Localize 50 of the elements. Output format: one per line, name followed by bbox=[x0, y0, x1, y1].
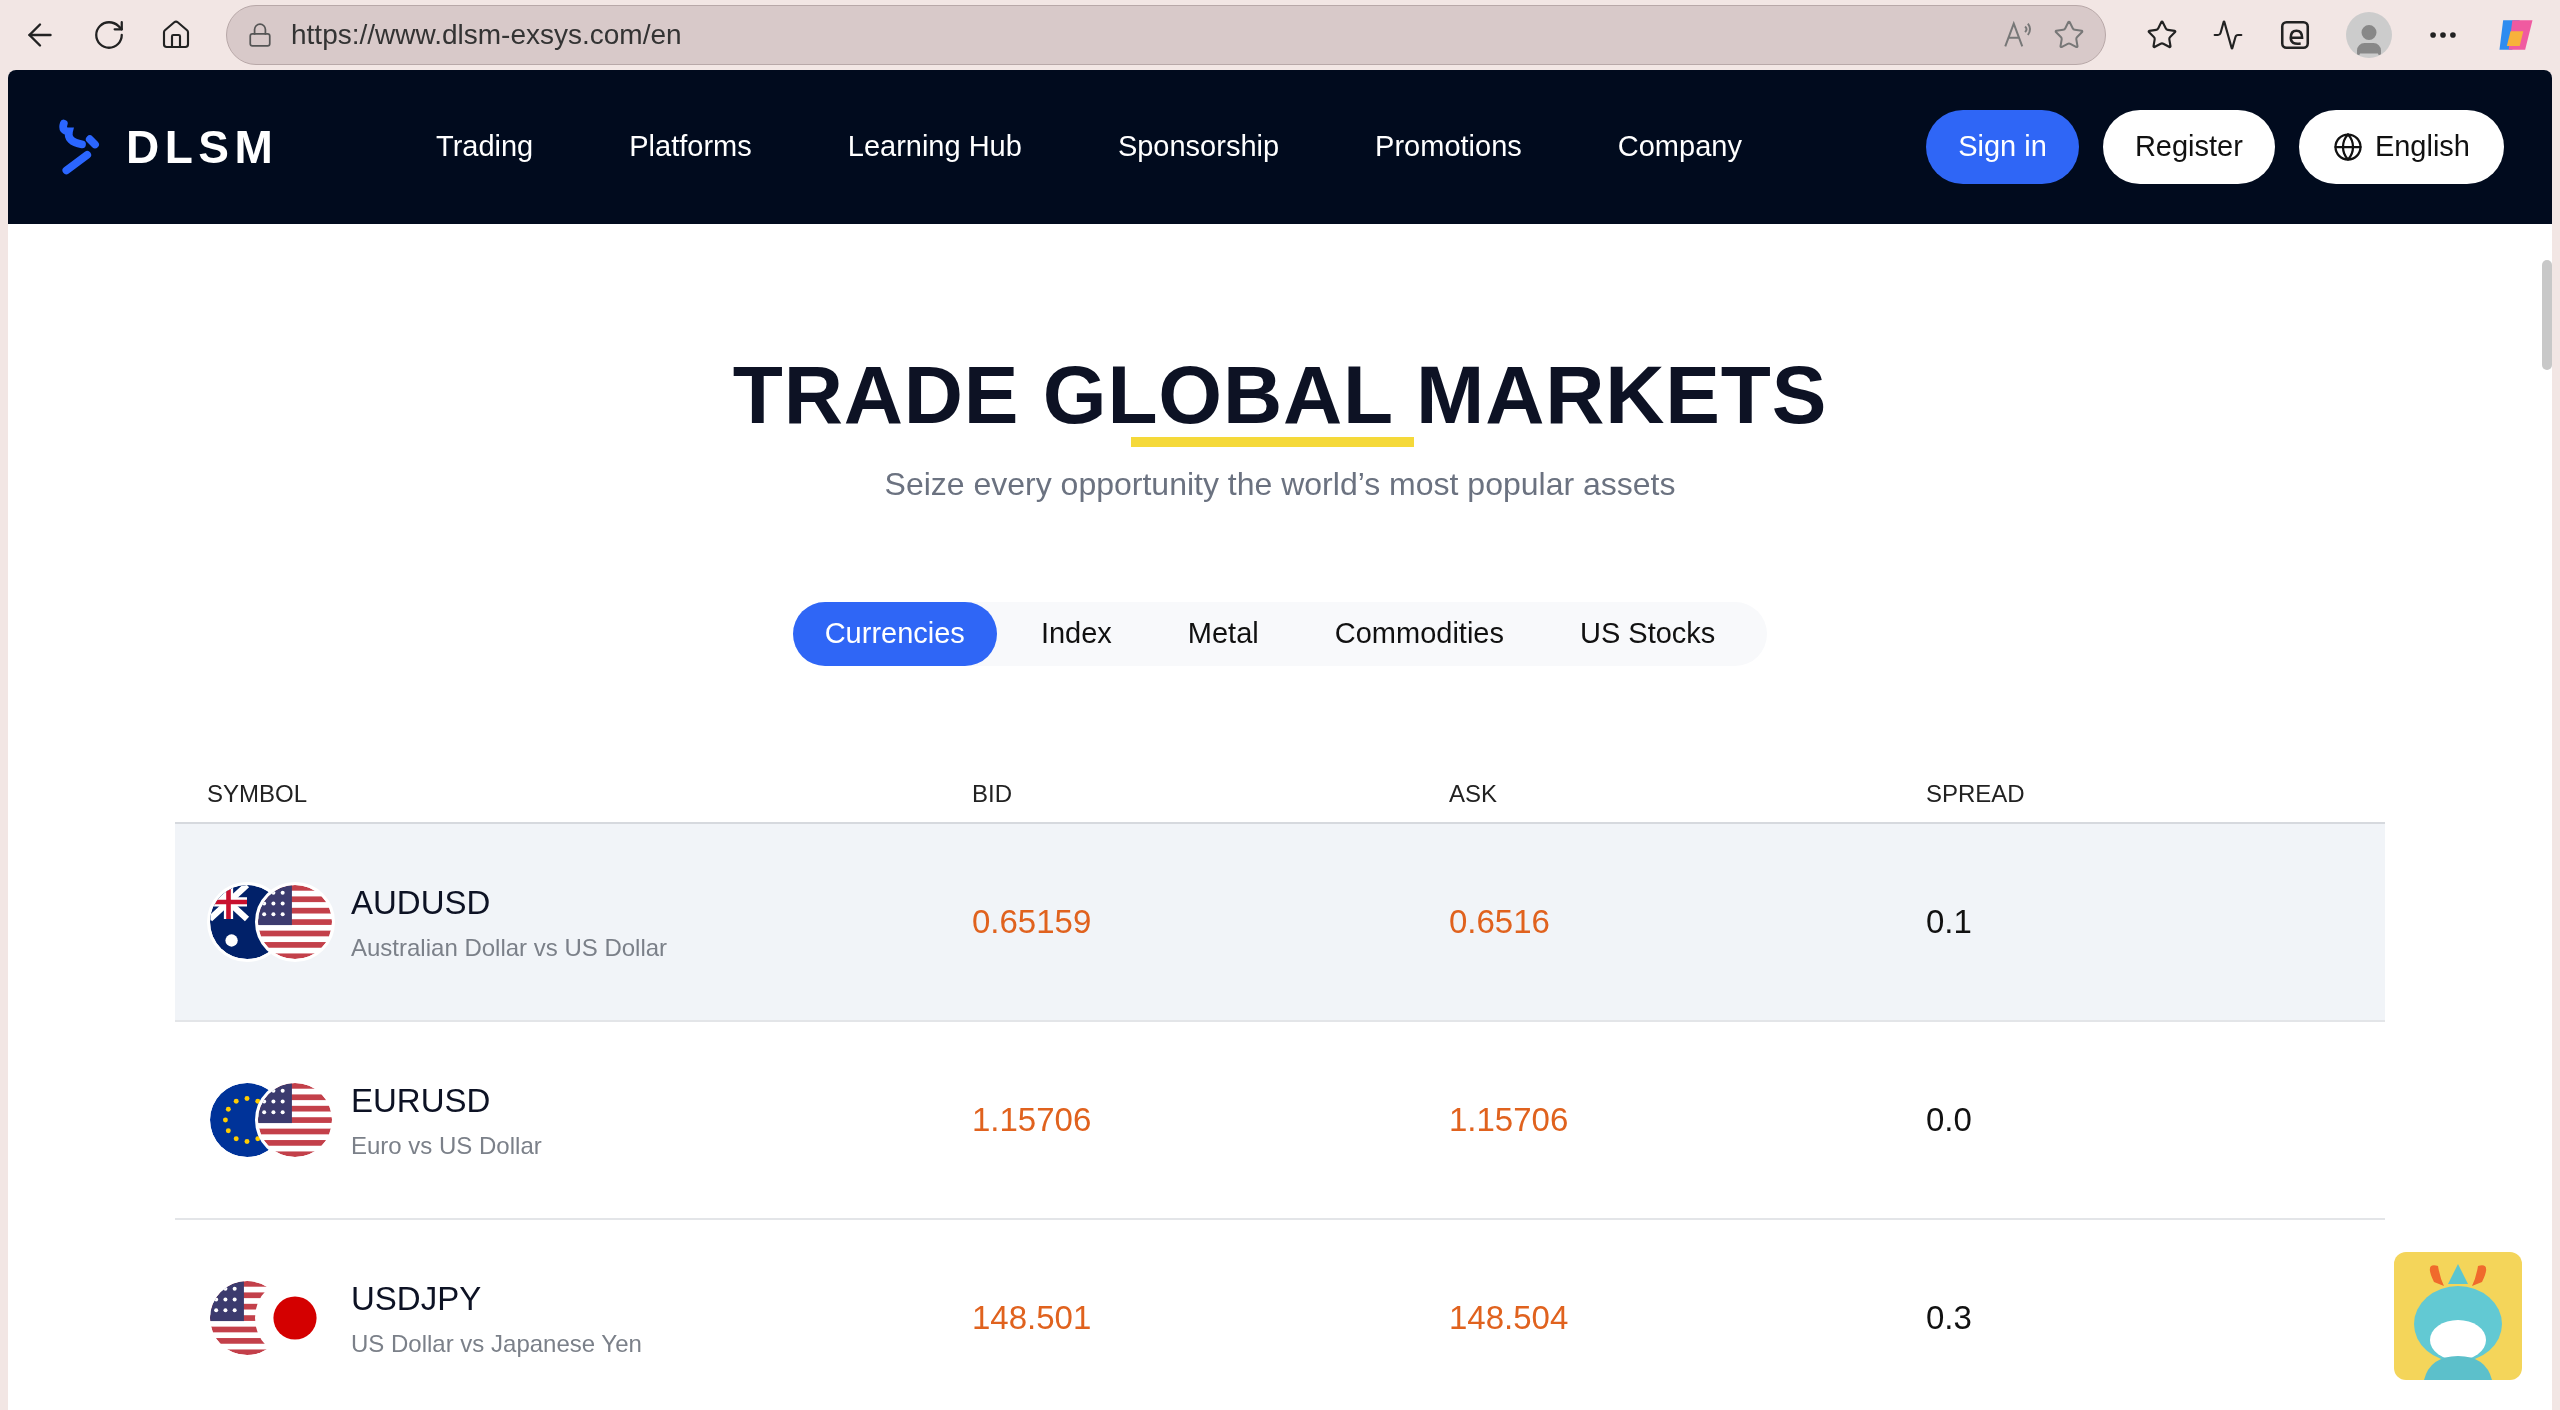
favorite-star-icon[interactable] bbox=[2053, 19, 2085, 51]
lock-icon bbox=[247, 22, 273, 48]
symbol-name: Euro vs US Dollar bbox=[351, 1130, 542, 1161]
bid-price: 1.15706 bbox=[972, 1100, 1093, 1141]
heartbeat-icon[interactable] bbox=[2212, 19, 2244, 51]
ask-price: 1.15706 bbox=[1449, 1100, 1570, 1141]
nav-link[interactable]: Platforms bbox=[629, 125, 752, 169]
spread-value: 0.0 bbox=[1926, 1100, 1973, 1141]
profile-avatar[interactable] bbox=[2346, 12, 2392, 58]
symbol-name: US Dollar vs Japanese Yen bbox=[351, 1328, 642, 1359]
sign-in-button[interactable]: Sign in bbox=[1926, 110, 2079, 184]
column-header: ASK bbox=[1449, 779, 1499, 809]
market-tab[interactable]: Index bbox=[1008, 602, 1144, 666]
browser-e-icon[interactable] bbox=[2278, 18, 2312, 52]
market-tab[interactable]: US Stocks bbox=[1547, 602, 1748, 666]
nav-link[interactable]: Learning Hub bbox=[847, 125, 1022, 169]
globe-icon bbox=[2332, 132, 2363, 162]
market-tab[interactable]: Currencies bbox=[792, 602, 997, 666]
column-header: BID bbox=[972, 779, 1013, 809]
hero-title: TRADE GLOBAL MARKETS bbox=[732, 354, 1828, 436]
scrollbar-thumb[interactable] bbox=[2542, 260, 2552, 370]
symbol-code: AUDUSD bbox=[351, 883, 492, 924]
url-text: https://www.dlsm-exsys.com/en bbox=[291, 18, 683, 52]
reload-icon[interactable] bbox=[92, 18, 126, 52]
column-header: SPREAD bbox=[1926, 779, 2026, 809]
nav-link[interactable]: Trading bbox=[436, 125, 534, 169]
ask-price: 0.6516 bbox=[1449, 902, 1551, 943]
nav-link[interactable]: Promotions bbox=[1375, 125, 1522, 169]
home-icon[interactable] bbox=[160, 19, 192, 51]
symbol-code: USDJPY bbox=[351, 1279, 483, 1320]
nav-link[interactable]: Company bbox=[1617, 125, 1742, 169]
spread-value: 0.3 bbox=[1926, 1298, 1973, 1339]
symbol-code: EURUSD bbox=[351, 1081, 492, 1122]
address-bar[interactable]: https://www.dlsm-exsys.com/en bbox=[226, 5, 2106, 65]
bid-price: 0.65159 bbox=[972, 902, 1093, 943]
register-button[interactable]: Register bbox=[2102, 110, 2275, 184]
bid-price: 148.501 bbox=[972, 1298, 1093, 1339]
market-tab[interactable]: Metal bbox=[1155, 602, 1291, 666]
nav-link[interactable]: Sponsorship bbox=[1117, 125, 1280, 169]
logo-text[interactable]: DLSM bbox=[126, 112, 279, 182]
market-tab[interactable]: Commodities bbox=[1302, 602, 1536, 666]
language-button[interactable]: English bbox=[2298, 110, 2504, 184]
ask-price: 148.504 bbox=[1449, 1298, 1570, 1339]
hero-subtitle: Seize every opportunity the world’s most popular assets bbox=[884, 465, 1676, 504]
spread-value: 0.1 bbox=[1926, 902, 1973, 943]
symbol-name: Australian Dollar vs US Dollar bbox=[351, 932, 668, 963]
favorites-list-icon[interactable] bbox=[2146, 19, 2178, 51]
column-header: SYMBOL bbox=[207, 779, 309, 809]
flag-icon bbox=[255, 882, 335, 962]
quote-row[interactable]: AUDUSD Australian Dollar vs US Dollar 0.65159 0.6516 0.1 bbox=[175, 824, 2385, 1022]
